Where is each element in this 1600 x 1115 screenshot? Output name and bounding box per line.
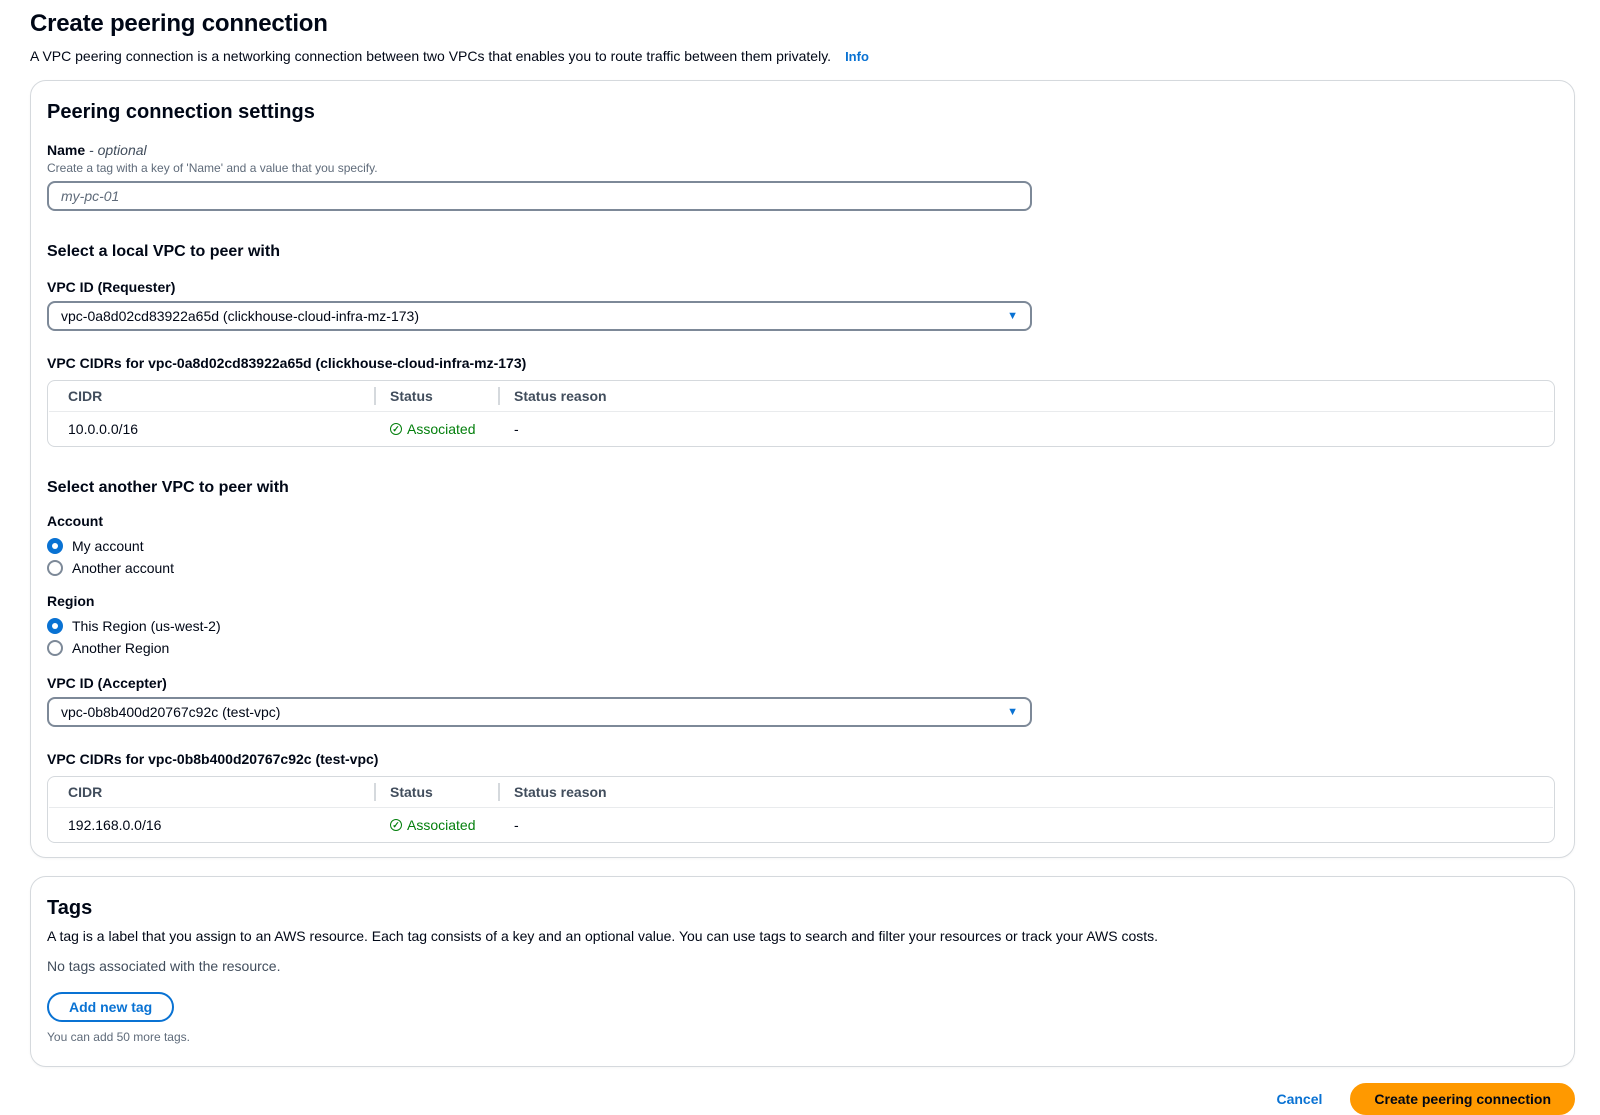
column-header-cidr: CIDR xyxy=(48,784,374,800)
accepter-vpc-select[interactable]: vpc-0b8b400d20767c92c (test-vpc) ▼ xyxy=(47,697,1032,727)
name-field-help: Create a tag with a key of 'Name' and a … xyxy=(47,161,1554,175)
accepter-cidr-table: CIDR Status Status reason 192.168.0.0/16… xyxy=(47,776,1555,843)
name-optional-note: - optional xyxy=(89,142,147,158)
cancel-button[interactable]: Cancel xyxy=(1274,1085,1324,1113)
name-label-text: Name xyxy=(47,142,85,158)
radio-selected-icon xyxy=(47,538,63,554)
radio-label: Another account xyxy=(72,560,174,576)
add-new-tag-button[interactable]: Add new tag xyxy=(47,992,174,1022)
column-header-status-reason: Status reason xyxy=(498,784,1554,800)
accepter-vpc-value: vpc-0b8b400d20767c92c (test-vpc) xyxy=(61,704,280,720)
local-vpc-section-title: Select a local VPC to peer with xyxy=(47,243,1554,261)
radio-this-region[interactable]: This Region (us-west-2) xyxy=(47,615,1554,637)
cidr-cell: 192.168.0.0/16 xyxy=(48,817,374,833)
radio-my-account[interactable]: My account xyxy=(47,535,1554,557)
radio-dot xyxy=(52,543,58,549)
table-row: 10.0.0.0/16 ✓ Associated - xyxy=(48,412,1554,446)
requester-cidr-table: CIDR Status Status reason 10.0.0.0/16 ✓ … xyxy=(47,380,1555,447)
page-title: Create peering connection xyxy=(30,10,1575,38)
table-header-row: CIDR Status Status reason xyxy=(48,777,1554,807)
name-input[interactable] xyxy=(47,181,1032,211)
column-header-cidr: CIDR xyxy=(48,388,374,404)
requester-vpc-value: vpc-0a8d02cd83922a65d (clickhouse-cloud-… xyxy=(61,308,419,324)
status-reason-cell: - xyxy=(498,817,1554,833)
tags-remaining-text: You can add 50 more tags. xyxy=(47,1030,1554,1048)
status-cell: ✓ Associated xyxy=(374,421,498,437)
page-description: A VPC peering connection is a networking… xyxy=(30,48,1575,64)
chevron-down-icon: ▼ xyxy=(1007,311,1018,322)
status-badge: ✓ Associated xyxy=(390,817,498,833)
page-description-text: A VPC peering connection is a networking… xyxy=(30,48,831,64)
status-cell: ✓ Associated xyxy=(374,817,498,833)
radio-label: Another Region xyxy=(72,640,169,656)
requester-cidr-table-label: VPC CIDRs for vpc-0a8d02cd83922a65d (cli… xyxy=(47,355,1554,371)
other-vpc-section-title: Select another VPC to peer with xyxy=(47,479,1554,497)
requester-vpc-select[interactable]: vpc-0a8d02cd83922a65d (clickhouse-cloud-… xyxy=(47,301,1032,331)
accepter-vpc-label: VPC ID (Accepter) xyxy=(47,675,1554,691)
tags-description: A tag is a label that you assign to an A… xyxy=(47,928,1554,944)
settings-card-title: Peering connection settings xyxy=(47,101,1554,124)
radio-unselected-icon xyxy=(47,560,63,576)
account-label: Account xyxy=(47,513,1554,529)
table-header-row: CIDR Status Status reason xyxy=(48,381,1554,411)
radio-selected-icon xyxy=(47,618,63,634)
check-circle-icon: ✓ xyxy=(390,819,402,831)
radio-another-region[interactable]: Another Region xyxy=(47,637,1554,659)
check-circle-icon: ✓ xyxy=(390,423,402,435)
account-radio-group: My account Another account xyxy=(47,535,1554,579)
status-text: Associated xyxy=(407,817,475,833)
radio-another-account[interactable]: Another account xyxy=(47,557,1554,579)
region-radio-group: This Region (us-west-2) Another Region xyxy=(47,615,1554,659)
radio-unselected-icon xyxy=(47,640,63,656)
accepter-cidr-table-label: VPC CIDRs for vpc-0b8b400d20767c92c (tes… xyxy=(47,751,1554,767)
footer-actions: Cancel Create peering connection xyxy=(30,1083,1575,1115)
status-reason-cell: - xyxy=(498,421,1554,437)
status-badge: ✓ Associated xyxy=(390,421,498,437)
name-field-label: Name - optional xyxy=(47,142,1554,158)
status-text: Associated xyxy=(407,421,475,437)
chevron-down-icon: ▼ xyxy=(1007,707,1018,718)
tags-empty-text: No tags associated with the resource. xyxy=(47,958,1554,974)
radio-label: This Region (us-west-2) xyxy=(72,618,221,634)
create-peering-connection-button[interactable]: Create peering connection xyxy=(1350,1083,1575,1115)
radio-label: My account xyxy=(72,538,144,554)
radio-dot xyxy=(52,623,58,629)
tags-card: Tags A tag is a label that you assign to… xyxy=(30,876,1575,1067)
column-header-status: Status xyxy=(374,784,498,800)
info-link[interactable]: Info xyxy=(845,49,869,64)
cidr-cell: 10.0.0.0/16 xyxy=(48,421,374,437)
create-peering-connection-page: Create peering connection A VPC peering … xyxy=(0,0,1600,1115)
column-header-status-reason: Status reason xyxy=(498,388,1554,404)
requester-vpc-label: VPC ID (Requester) xyxy=(47,279,1554,295)
column-header-status: Status xyxy=(374,388,498,404)
region-label: Region xyxy=(47,593,1554,609)
table-row: 192.168.0.0/16 ✓ Associated - xyxy=(48,808,1554,842)
tags-card-title: Tags xyxy=(47,897,1554,920)
peering-settings-card: Peering connection settings Name - optio… xyxy=(30,80,1575,858)
